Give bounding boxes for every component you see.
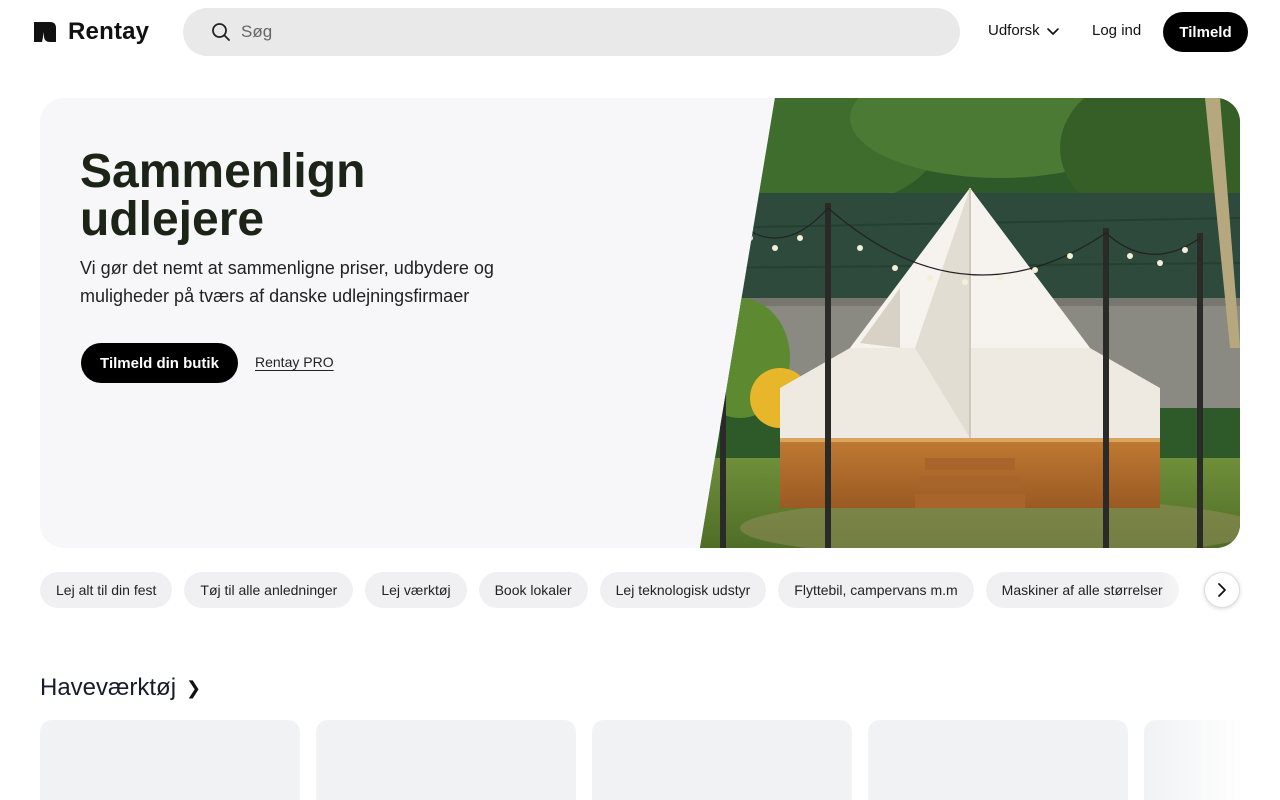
- product-card[interactable]: [868, 720, 1128, 800]
- product-card[interactable]: [316, 720, 576, 800]
- signup-button[interactable]: Tilmeld: [1163, 12, 1248, 52]
- chip-tech[interactable]: Lej teknologisk udstyr: [599, 572, 767, 608]
- brand-name: Rentay: [68, 18, 150, 45]
- hero-banner: Sammenlign udlejere Vi gør det nemt at s…: [40, 98, 1240, 548]
- category-chips: Lej alt til din fest Tøj til alle anledn…: [40, 572, 1200, 608]
- rentay-logo-icon: [34, 22, 56, 42]
- section-title: Haveværktøj: [40, 674, 177, 701]
- chip-vehicles[interactable]: Flyttebil, campervans m.m: [778, 572, 974, 608]
- product-card[interactable]: [592, 720, 852, 800]
- explore-menu[interactable]: Udforsk: [988, 22, 1060, 39]
- chip-machines[interactable]: Maskiner af alle størrelser: [985, 572, 1179, 608]
- tent-photo: [700, 98, 1240, 548]
- chevron-right-icon: ❯: [186, 677, 202, 698]
- cards-fade: [1144, 720, 1240, 800]
- chevron-right-icon: [1218, 583, 1226, 597]
- hero-title: Sammenlign udlejere: [80, 145, 366, 246]
- chip-tools[interactable]: Lej værktøj: [365, 572, 467, 608]
- chip-clothes[interactable]: Tøj til alle anledninger: [184, 572, 354, 608]
- login-link[interactable]: Log ind: [1092, 22, 1141, 39]
- product-card[interactable]: [40, 720, 300, 800]
- search-icon: [212, 23, 230, 41]
- chevron-down-icon: [1046, 27, 1059, 35]
- search-input[interactable]: [241, 22, 921, 42]
- search-bar[interactable]: [183, 8, 960, 56]
- register-shop-button[interactable]: Tilmeld din butik: [81, 343, 238, 383]
- top-navbar: Rentay Udforsk Log ind Tilmeld: [0, 0, 1280, 64]
- chip-party[interactable]: Lej alt til din fest: [40, 572, 173, 608]
- chips-fade: [1160, 570, 1208, 610]
- product-cards-row: [40, 720, 1240, 800]
- section-garden-tools[interactable]: Haveværktøj ❯: [40, 674, 201, 702]
- hero-subtitle: Vi gør det nemt at sammenligne priser, u…: [80, 258, 494, 306]
- brand-logo[interactable]: Rentay: [32, 18, 149, 46]
- chip-venues[interactable]: Book lokaler: [478, 572, 588, 608]
- explore-label: Udforsk: [988, 22, 1040, 39]
- rentay-pro-link[interactable]: Rentay PRO: [255, 354, 334, 370]
- chips-next-button[interactable]: [1204, 572, 1240, 608]
